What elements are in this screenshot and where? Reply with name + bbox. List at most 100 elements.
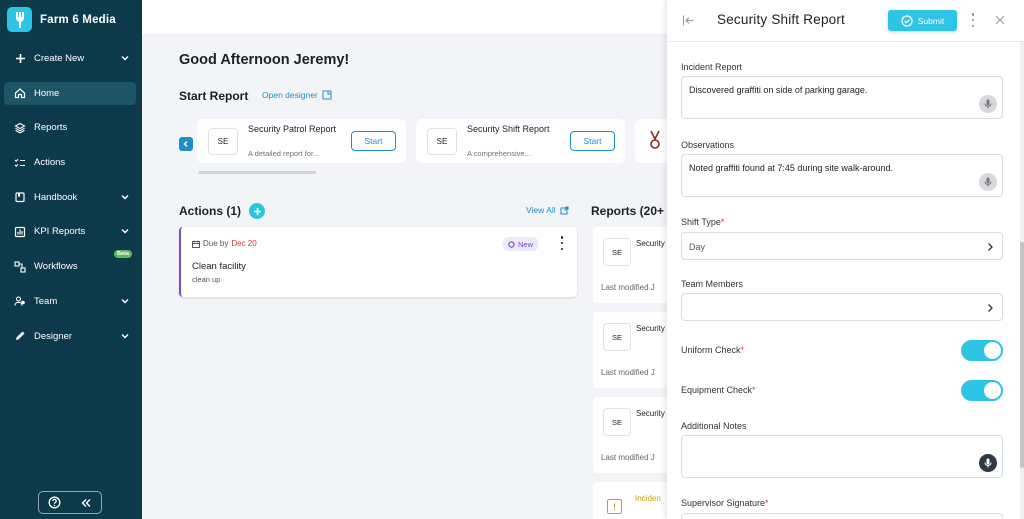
brand[interactable]: Farm 6 Media xyxy=(7,7,116,32)
back-arrow-icon[interactable] xyxy=(682,14,695,27)
home-icon xyxy=(14,87,26,99)
action-card[interactable]: Due by Dec 20 New Clean facility clean u… xyxy=(179,227,577,297)
chevron-down-icon xyxy=(121,194,129,200)
plus-icon xyxy=(14,53,26,65)
team-members-label: Team Members xyxy=(681,279,744,289)
sidebar-item-workflows[interactable]: Workflows Beta xyxy=(4,250,136,278)
sidebar-item-designer[interactable]: Designer xyxy=(4,325,136,348)
top-bar xyxy=(142,0,667,34)
supervisor-signature-label: Supervisor Signature* xyxy=(681,498,769,508)
start-report-card[interactable]: SE Security Patrol Report A detailed rep… xyxy=(197,119,406,163)
report-title: Security xyxy=(636,239,665,248)
check-circle-icon xyxy=(901,14,913,27)
chevron-left-icon xyxy=(183,141,188,147)
beta-badge: Beta xyxy=(114,250,132,259)
sidebar-item-team[interactable]: Team xyxy=(4,290,136,313)
sidebar-item-label: Handbook xyxy=(34,191,78,203)
due-prefix: Due by xyxy=(203,239,229,248)
more-options-icon[interactable] xyxy=(970,13,976,27)
microphone-icon[interactable] xyxy=(979,95,997,113)
report-title: Security xyxy=(636,409,665,418)
workflow-icon xyxy=(14,261,26,273)
report-avatar: SE xyxy=(603,238,631,266)
sidebar-item-handbook[interactable]: Handbook xyxy=(4,186,136,209)
shift-type-select[interactable]: Day xyxy=(681,232,1003,260)
sidebar: Farm 6 Media Create New Home Reports Act… xyxy=(0,0,142,519)
uniform-check-label: Uniform Check* xyxy=(681,345,745,355)
main-content: Good Afternoon Jeremy! Start Report Open… xyxy=(142,0,675,519)
chevron-down-icon xyxy=(121,333,129,338)
panel-header: Security Shift Report Submit xyxy=(667,0,1024,42)
collapse-sidebar-icon[interactable] xyxy=(80,497,92,509)
report-description: A comprehensive... xyxy=(467,149,531,158)
team-members-select[interactable] xyxy=(681,293,1003,321)
start-report-card[interactable]: SE Security Shift Report A comprehensive… xyxy=(416,119,625,163)
report-list-card[interactable]: SE Security Last modified J xyxy=(593,227,669,303)
carousel-scrollbar[interactable] xyxy=(198,171,316,174)
sidebar-item-kpi-reports[interactable]: KPI Reports xyxy=(4,220,136,243)
report-title: Inciden xyxy=(635,494,661,503)
actions-heading: Actions (1) xyxy=(179,204,242,218)
warning-icon: ! xyxy=(607,499,622,514)
last-modified: Last modified J xyxy=(601,283,655,292)
chevron-down-icon xyxy=(121,56,129,61)
start-button[interactable]: Start xyxy=(570,131,615,151)
action-title: Clean facility xyxy=(192,261,246,272)
sidebar-item-actions[interactable]: Actions xyxy=(4,151,136,174)
close-icon[interactable] xyxy=(994,14,1006,26)
report-description: A detailed report for... xyxy=(248,149,320,158)
additional-notes-label: Additional Notes xyxy=(681,421,747,431)
microphone-icon[interactable] xyxy=(979,173,997,191)
report-avatar: SE xyxy=(208,128,238,155)
submit-label: Submit xyxy=(917,15,945,26)
panel-title: Security Shift Report xyxy=(717,12,846,27)
shift-type-label: Shift Type* xyxy=(681,217,725,227)
chevron-down-icon xyxy=(121,298,129,304)
additional-notes-field[interactable] xyxy=(681,435,1003,478)
report-list-card[interactable]: SE Security Last modified J xyxy=(593,312,669,388)
microphone-icon[interactable] xyxy=(979,454,997,472)
uniform-check-toggle[interactable] xyxy=(961,340,1003,361)
open-designer-link[interactable]: Open designer xyxy=(262,90,332,100)
report-avatar: SE xyxy=(603,408,631,436)
incident-report-field[interactable]: Discovered graffiti on side of parking g… xyxy=(681,76,1003,119)
report-title: Security Patrol Report xyxy=(248,124,337,134)
circle-icon xyxy=(508,240,515,248)
open-designer-label: Open designer xyxy=(262,90,318,100)
book-icon xyxy=(14,191,26,203)
last-modified: Last modified J xyxy=(601,453,655,462)
plus-icon xyxy=(253,207,261,215)
greeting: Good Afternoon Jeremy! xyxy=(179,52,350,68)
panel-scrollbar-thumb[interactable] xyxy=(1020,242,1024,468)
view-all-link[interactable]: View All xyxy=(526,205,569,215)
external-page-icon xyxy=(322,90,332,100)
incident-report-value: Discovered graffiti on side of parking g… xyxy=(689,85,868,95)
sidebar-item-home[interactable]: Home xyxy=(4,81,136,105)
incident-report-label: Incident Report xyxy=(681,62,743,72)
sidebar-item-label: Team xyxy=(34,295,58,307)
equipment-check-label: Equipment Check* xyxy=(681,385,756,395)
sidebar-item-label: Designer xyxy=(34,330,73,342)
add-action-button[interactable] xyxy=(249,203,265,219)
sidebar-item-label: KPI Reports xyxy=(34,226,86,238)
checklist-icon xyxy=(14,157,26,169)
supervisor-signature-field[interactable] xyxy=(681,513,1003,519)
chart-icon xyxy=(14,226,26,238)
sidebar-item-label: Workflows xyxy=(34,261,78,273)
status-badge: New xyxy=(502,237,540,251)
submit-button[interactable]: Submit xyxy=(888,10,957,31)
report-list-card[interactable]: SE Security Last modified J xyxy=(593,397,669,473)
report-form-panel: Security Shift Report Submit Incident Re… xyxy=(667,0,1024,519)
help-icon[interactable] xyxy=(48,496,61,509)
observations-label: Observations xyxy=(681,140,735,150)
observations-field[interactable]: Noted graffiti found at 7:45 during site… xyxy=(681,154,1003,197)
report-avatar: SE xyxy=(603,323,631,351)
report-title: Security xyxy=(636,324,665,333)
sidebar-item-create-new[interactable]: Create New xyxy=(4,47,136,70)
sidebar-item-reports[interactable]: Reports xyxy=(4,116,136,139)
carousel-prev-button[interactable] xyxy=(179,137,193,151)
report-list-card[interactable]: ! Inciden xyxy=(593,482,669,519)
start-button[interactable]: Start xyxy=(351,131,396,151)
more-options-icon[interactable] xyxy=(559,236,565,250)
equipment-check-toggle[interactable] xyxy=(961,380,1003,401)
